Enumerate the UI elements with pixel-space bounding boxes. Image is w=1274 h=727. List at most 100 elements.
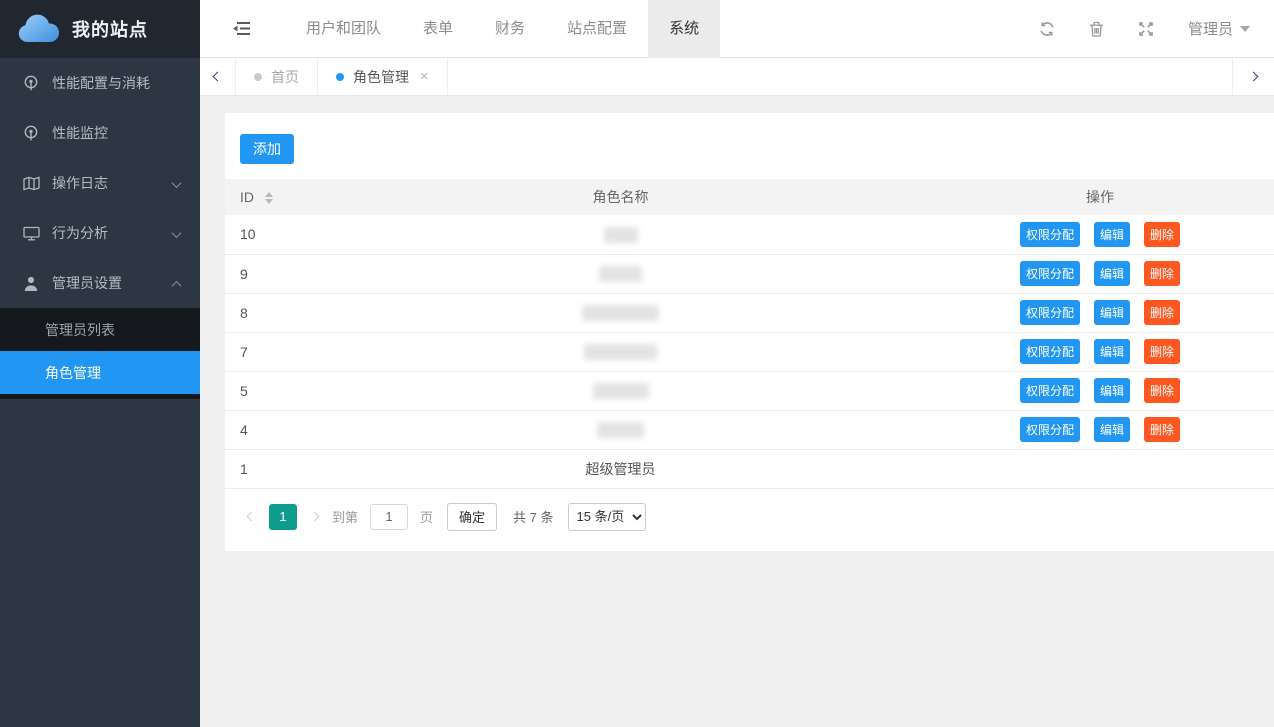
sidebar-item-performance-config[interactable]: 性能配置与消耗 <box>0 58 200 108</box>
trash-icon[interactable] <box>1089 21 1104 37</box>
delete-button[interactable]: 删除 <box>1144 339 1180 364</box>
redacted-role-name <box>593 383 649 399</box>
row-actions: 权限分配编辑删除 <box>926 410 1274 449</box>
sidebar-item-label: 性能配置与消耗 <box>52 73 150 93</box>
goto-page-suffix: 页 <box>420 507 433 526</box>
redacted-role-name <box>582 305 659 321</box>
redacted-role-name <box>599 266 642 282</box>
permission-assign-button[interactable]: 权限分配 <box>1020 339 1080 364</box>
goto-page-prefix: 到第 <box>332 507 358 526</box>
close-icon[interactable]: × <box>420 68 429 85</box>
chevron-left-icon <box>247 512 257 522</box>
table-row: 9 权限分配编辑删除 <box>225 254 1274 293</box>
row-id: 1 <box>225 449 315 488</box>
sidebar-item-label: 操作日志 <box>52 173 108 193</box>
edit-button[interactable]: 编辑 <box>1094 339 1130 364</box>
tab-home[interactable]: 首页 <box>236 58 318 95</box>
topnav-item-forms[interactable]: 表单 <box>402 0 474 58</box>
edit-button[interactable]: 编辑 <box>1094 378 1130 403</box>
chevron-up-icon <box>173 275 180 291</box>
submenu-item-label: 角色管理 <box>45 363 101 383</box>
row-actions: 权限分配编辑删除 <box>926 371 1274 410</box>
row-id: 5 <box>225 371 315 410</box>
redacted-role-name <box>604 227 638 243</box>
topnav-item-system[interactable]: 系统 <box>648 0 720 58</box>
page-number-input[interactable] <box>370 504 408 530</box>
permission-assign-button[interactable]: 权限分配 <box>1020 222 1080 247</box>
row-role-name <box>315 332 926 371</box>
permission-assign-button[interactable]: 权限分配 <box>1020 417 1080 442</box>
chevron-right-icon <box>1249 72 1259 82</box>
row-role-name: 超级管理员 <box>315 449 926 488</box>
delete-button[interactable]: 删除 <box>1144 378 1180 403</box>
chevron-left-icon <box>213 72 223 82</box>
roles-table: ID 角色名称 操作 10 权限分配编辑删除 9 权限分配编辑删除 8 权限分配… <box>225 179 1274 489</box>
table-body: 10 权限分配编辑删除 9 权限分配编辑删除 8 权限分配编辑删除 7 权限分配… <box>225 215 1274 488</box>
sidebar-item-label: 行为分析 <box>52 223 108 243</box>
topnav-item-users-teams[interactable]: 用户和团队 <box>285 0 402 58</box>
row-id: 4 <box>225 410 315 449</box>
topnav-item-finance[interactable]: 财务 <box>474 0 546 58</box>
permission-assign-button[interactable]: 权限分配 <box>1020 378 1080 403</box>
edit-button[interactable]: 编辑 <box>1094 417 1130 442</box>
tab-scroll-left[interactable] <box>200 58 236 95</box>
monitor-icon <box>22 225 40 241</box>
sort-icon[interactable] <box>265 192 273 204</box>
sidebar-item-role-management[interactable]: 角色管理 <box>0 351 200 394</box>
edit-button[interactable]: 编辑 <box>1094 222 1130 247</box>
row-id: 9 <box>225 254 315 293</box>
row-id: 7 <box>225 332 315 371</box>
sidebar-item-operation-log[interactable]: 操作日志 <box>0 158 200 208</box>
menu-fold-icon[interactable] <box>232 21 251 36</box>
edit-button[interactable]: 编辑 <box>1094 261 1130 286</box>
pagination: 1 到第 页 确定 共 7 条 15 条/页 <box>225 503 1274 531</box>
delete-button[interactable]: 删除 <box>1144 261 1180 286</box>
topnav-item-site-config[interactable]: 站点配置 <box>546 0 648 58</box>
user-menu[interactable]: 管理员 <box>1188 18 1250 39</box>
site-title: 我的站点 <box>72 16 148 42</box>
user-icon <box>22 275 40 291</box>
edit-button[interactable]: 编辑 <box>1094 300 1130 325</box>
tabbar: 首页 角色管理 × <box>200 58 1274 96</box>
delete-button[interactable]: 删除 <box>1144 300 1180 325</box>
row-actions: 权限分配编辑删除 <box>926 215 1274 254</box>
tab-label: 角色管理 <box>353 67 409 87</box>
podcast-icon <box>22 125 40 141</box>
confirm-button[interactable]: 确定 <box>447 503 497 531</box>
sidebar-item-admin-list[interactable]: 管理员列表 <box>0 308 200 351</box>
tab-role-management[interactable]: 角色管理 × <box>318 58 448 95</box>
row-actions: 权限分配编辑删除 <box>926 254 1274 293</box>
page-size-select[interactable]: 15 条/页 <box>568 503 646 531</box>
column-header-id[interactable]: ID <box>225 179 315 215</box>
sidebar-item-admin-settings[interactable]: 管理员设置 <box>0 258 200 308</box>
row-role-name <box>315 215 926 254</box>
row-role-name <box>315 254 926 293</box>
sidebar-item-performance-monitor[interactable]: 性能监控 <box>0 108 200 158</box>
sidebar-item-behavior-analysis[interactable]: 行为分析 <box>0 208 200 258</box>
table-row: 4 权限分配编辑删除 <box>225 410 1274 449</box>
refresh-icon[interactable] <box>1039 21 1055 37</box>
add-button[interactable]: 添加 <box>240 134 294 164</box>
tab-dot-icon <box>254 73 262 81</box>
podcast-icon <box>22 75 40 91</box>
permission-assign-button[interactable]: 权限分配 <box>1020 300 1080 325</box>
fullscreen-icon[interactable] <box>1138 21 1154 37</box>
pagination-next-button[interactable] <box>303 513 326 520</box>
delete-button[interactable]: 删除 <box>1144 222 1180 247</box>
tabbar-spacer <box>448 58 1232 95</box>
tab-label: 首页 <box>271 67 299 87</box>
table-header-row: ID 角色名称 操作 <box>225 179 1274 215</box>
pagination-page-1[interactable]: 1 <box>269 504 297 530</box>
column-header-actions: 操作 <box>926 179 1274 215</box>
total-count-label: 共 7 条 <box>513 507 553 526</box>
permission-assign-button[interactable]: 权限分配 <box>1020 261 1080 286</box>
cloud-logo-icon <box>16 13 60 45</box>
content-area: 添加 ID 角色名称 操作 10 权限分配编辑删除 9 <box>200 96 1274 727</box>
delete-button[interactable]: 删除 <box>1144 417 1180 442</box>
chevron-right-icon <box>310 512 320 522</box>
role-management-card: 添加 ID 角色名称 操作 10 权限分配编辑删除 9 <box>225 113 1274 551</box>
tab-scroll-right[interactable] <box>1232 58 1274 95</box>
brand: 我的站点 <box>0 0 200 58</box>
sidebar-item-label: 性能监控 <box>52 123 108 143</box>
pagination-prev-button[interactable] <box>240 513 263 520</box>
